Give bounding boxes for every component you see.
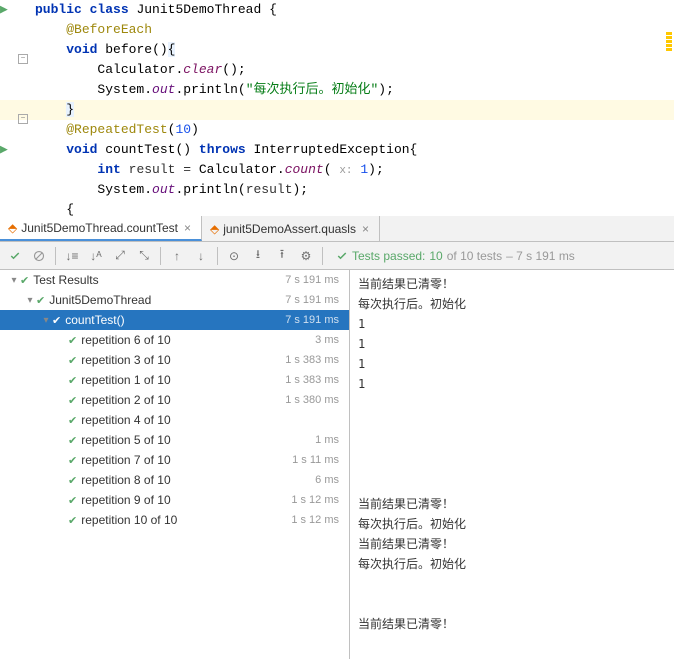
tab-label: junit5DemoAssert.quasls xyxy=(223,222,356,236)
test-tree-row[interactable]: ✔ repetition 1 of 101 s 383 ms xyxy=(0,370,349,390)
expand-all-button[interactable]: ⤢ xyxy=(109,245,131,267)
check-icon: ✔ xyxy=(68,354,77,367)
tree-label: repetition 5 of 10 xyxy=(81,433,315,447)
next-button[interactable]: ↓ xyxy=(190,245,212,267)
tree-duration: 7 s 191 ms xyxy=(285,314,345,326)
console-output[interactable]: 当前结果已清零！ 每次执行后。初始化 1 1 1 1 当前结果已清零！ 每次执行… xyxy=(350,270,674,659)
fold-icon[interactable]: − xyxy=(18,54,28,64)
tree-label: repetition 3 of 10 xyxy=(81,353,285,367)
tree-label: Test Results xyxy=(33,273,285,287)
check-icon: ✔ xyxy=(68,454,77,467)
check-icon: ✔ xyxy=(68,474,77,487)
tree-duration: 7 s 191 ms xyxy=(285,274,345,286)
tree-label: repetition 6 of 10 xyxy=(81,333,315,347)
check-icon: ✔ xyxy=(36,294,45,307)
check-icon: ✔ xyxy=(68,514,77,527)
tree-label: countTest() xyxy=(65,313,285,327)
test-tree-row[interactable]: ✔ repetition 4 of 10 xyxy=(0,410,349,430)
check-icon: ✔ xyxy=(68,374,77,387)
tree-duration: 1 s 383 ms xyxy=(285,374,345,386)
test-tree-row[interactable]: ✔ repetition 6 of 103 ms xyxy=(0,330,349,350)
collapse-all-button[interactable]: ⤡ xyxy=(133,245,155,267)
tree-label: repetition 2 of 10 xyxy=(81,393,285,407)
chevron-down-icon[interactable]: ▾ xyxy=(24,295,36,306)
sort-alpha-button[interactable]: ↓ᴬ xyxy=(85,245,107,267)
test-tree-row[interactable]: ✔ repetition 8 of 106 ms xyxy=(0,470,349,490)
tab-label: Junit5DemoThread.countTest xyxy=(21,221,178,235)
tree-label: repetition 7 of 10 xyxy=(81,453,292,467)
tree-duration: 1 s 12 ms xyxy=(291,514,345,526)
tree-duration: 7 s 191 ms xyxy=(285,294,345,306)
fold-icon[interactable]: − xyxy=(18,114,28,124)
export-button[interactable]: ⭱ xyxy=(271,245,293,267)
test-tree-row[interactable]: ▾✔ Test Results7 s 191 ms xyxy=(0,270,349,290)
sort-button[interactable]: ↓≡ xyxy=(61,245,83,267)
test-tree-row[interactable]: ✔ repetition 3 of 101 s 383 ms xyxy=(0,350,349,370)
tree-duration: 6 ms xyxy=(315,474,345,486)
test-status: Tests passed: 10 of 10 tests – 7 s 191 m… xyxy=(336,249,575,263)
test-tree-row[interactable]: ✔ repetition 9 of 101 s 12 ms xyxy=(0,490,349,510)
settings-button[interactable]: ⚙ xyxy=(295,245,317,267)
test-tree-row[interactable]: ✔ repetition 7 of 101 s 11 ms xyxy=(0,450,349,470)
close-icon[interactable]: × xyxy=(360,222,371,236)
import-button[interactable]: ⭳ xyxy=(247,245,269,267)
check-icon: ✔ xyxy=(20,274,29,287)
test-tree-row[interactable]: ▾✔ Junit5DemoThread7 s 191 ms xyxy=(0,290,349,310)
tree-duration: 1 s 12 ms xyxy=(291,494,345,506)
show-ignored-button[interactable] xyxy=(28,245,50,267)
check-icon: ✔ xyxy=(68,434,77,447)
test-tree[interactable]: ▾✔Test Results7 s 191 ms▾✔Junit5DemoThre… xyxy=(0,270,350,659)
code-editor[interactable]: ▶public class Junit5DemoThread { @Before… xyxy=(0,0,674,216)
tree-label: repetition 8 of 10 xyxy=(81,473,315,487)
close-icon[interactable]: × xyxy=(182,221,193,235)
run-config-icon: ⬘ xyxy=(210,222,219,236)
tree-duration: 1 s 11 ms xyxy=(292,454,345,466)
check-icon xyxy=(336,250,348,262)
check-icon: ✔ xyxy=(68,414,77,427)
prev-button[interactable]: ↑ xyxy=(166,245,188,267)
check-icon: ✔ xyxy=(52,314,61,327)
test-tree-row[interactable]: ✔ repetition 2 of 101 s 380 ms xyxy=(0,390,349,410)
chevron-down-icon[interactable]: ▾ xyxy=(8,275,20,286)
run-gutter-icon[interactable]: ▶ xyxy=(0,2,8,17)
tree-label: repetition 1 of 10 xyxy=(81,373,285,387)
test-toolbar: ↓≡ ↓ᴬ ⤢ ⤡ ↑ ↓ ⊙ ⭳ ⭱ ⚙ Tests passed: 10 o… xyxy=(0,242,674,270)
test-tree-row[interactable]: ▾✔ countTest()7 s 191 ms xyxy=(0,310,349,330)
run-gutter-icon[interactable]: ▶ xyxy=(0,142,8,157)
tree-duration: 1 s 380 ms xyxy=(285,394,345,406)
check-icon: ✔ xyxy=(68,394,77,407)
tree-label: repetition 10 of 10 xyxy=(81,513,291,527)
test-tree-row[interactable]: ✔ repetition 10 of 101 s 12 ms xyxy=(0,510,349,530)
history-button[interactable]: ⊙ xyxy=(223,245,245,267)
tree-label: repetition 9 of 10 xyxy=(81,493,291,507)
check-icon: ✔ xyxy=(68,494,77,507)
run-config-icon: ⬘ xyxy=(8,221,17,235)
error-stripe xyxy=(664,0,674,216)
tree-duration: 1 ms xyxy=(315,434,345,446)
test-tree-row[interactable]: ✔ repetition 5 of 101 ms xyxy=(0,430,349,450)
tree-label: repetition 4 of 10 xyxy=(81,413,339,427)
tree-duration: 1 s 383 ms xyxy=(285,354,345,366)
tree-label: Junit5DemoThread xyxy=(49,293,285,307)
tree-duration: 3 ms xyxy=(315,334,345,346)
check-icon: ✔ xyxy=(68,334,77,347)
show-passed-button[interactable] xyxy=(4,245,26,267)
chevron-down-icon[interactable]: ▾ xyxy=(40,315,52,326)
